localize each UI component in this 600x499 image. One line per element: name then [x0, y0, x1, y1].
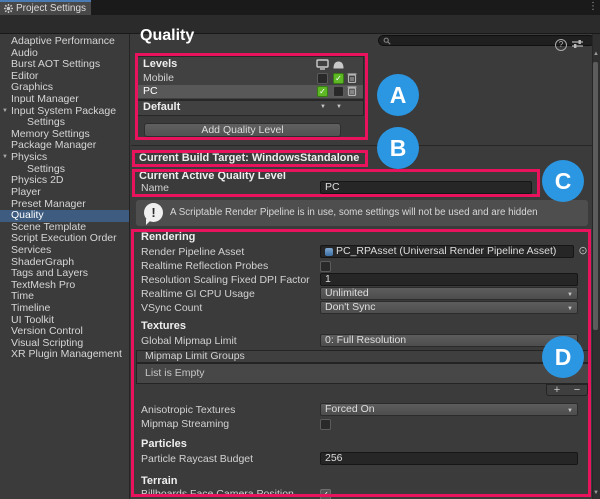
annotation-box-d [131, 229, 591, 497]
scroll-up-icon[interactable]: ▲ [592, 50, 600, 58]
warning-icon: ! [144, 203, 163, 222]
tab-title: Project Settings [16, 3, 86, 15]
sidebar-item-services[interactable]: Services [0, 245, 129, 257]
callout-d: D [542, 336, 584, 378]
foldout-arrow-icon[interactable]: ▼ [2, 152, 8, 164]
search-icon [383, 37, 391, 45]
warning-text: A Scriptable Render Pipeline is in use, … [170, 200, 538, 226]
tab-bar: Project Settings ⋮ [0, 0, 600, 15]
annotation-box-c [132, 169, 540, 197]
page-title: Quality [140, 27, 194, 45]
kebab-menu-icon[interactable]: ⋮ [588, 1, 598, 12]
section-divider [131, 145, 592, 146]
scrollbar-thumb[interactable] [593, 62, 598, 330]
callout-a: A [377, 74, 419, 116]
help-icon[interactable]: ? [555, 39, 567, 51]
scroll-down-icon[interactable]: ▼ [592, 489, 600, 497]
sidebar-item-physics[interactable]: ▼Physics [0, 152, 129, 164]
sidebar-item-adaptive-performance[interactable]: Adaptive Performance [0, 36, 129, 48]
tab-project-settings[interactable]: Project Settings [0, 0, 91, 15]
preset-sliders-icon[interactable] [572, 39, 584, 51]
project-settings-window: Project Settings ⋮ Adaptive Performance … [0, 0, 600, 499]
settings-category-sidebar: Adaptive Performance Audio Burst AOT Set… [0, 34, 130, 499]
sidebar-item-player[interactable]: Player [0, 187, 129, 199]
sidebar-item-label: Physics [11, 151, 47, 163]
callout-c: C [542, 160, 584, 202]
sidebar-item-xr-plugin-management[interactable]: XR Plugin Management [0, 349, 129, 361]
sidebar-item-label: Input System Package [11, 105, 116, 117]
gear-icon [4, 4, 13, 13]
annotation-box-b [132, 150, 368, 167]
callout-b: B [377, 127, 419, 169]
foldout-arrow-icon[interactable]: ▼ [2, 106, 8, 118]
annotation-box-a [135, 53, 368, 140]
sidebar-item-timeline[interactable]: Timeline [0, 303, 129, 315]
settings-toolbar [0, 15, 600, 34]
sidebar-item-quality[interactable]: Quality [0, 210, 129, 222]
